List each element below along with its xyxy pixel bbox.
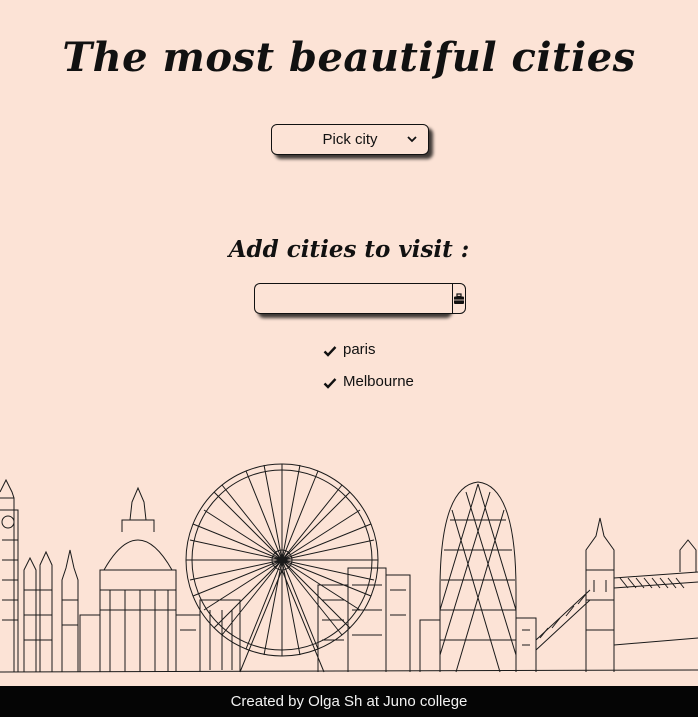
list-item-label: Melbourne [343, 373, 414, 390]
footer: Created by Olga Sh at Juno college [0, 686, 698, 717]
add-cities-heading: Add cities to visit : [228, 236, 470, 263]
page-title: The most beautiful cities [62, 34, 636, 81]
list-item: Melbourne [323, 373, 414, 405]
add-city-form [254, 283, 466, 314]
city-select[interactable]: Pick city [271, 124, 429, 155]
city-select-value: Pick city [322, 131, 378, 148]
chevron-down-icon [407, 136, 417, 143]
london-skyline-illustration [0, 463, 698, 673]
footer-credit: Created by Olga Sh at Juno college [230, 693, 468, 710]
visit-list: paris Melbourne [323, 341, 414, 405]
suitcase-icon [454, 292, 464, 304]
city-input[interactable] [254, 283, 452, 314]
check-icon [323, 346, 337, 357]
list-item: paris [323, 341, 414, 373]
add-city-button[interactable] [452, 283, 466, 314]
list-item-label: paris [343, 341, 376, 358]
check-icon [323, 378, 337, 389]
